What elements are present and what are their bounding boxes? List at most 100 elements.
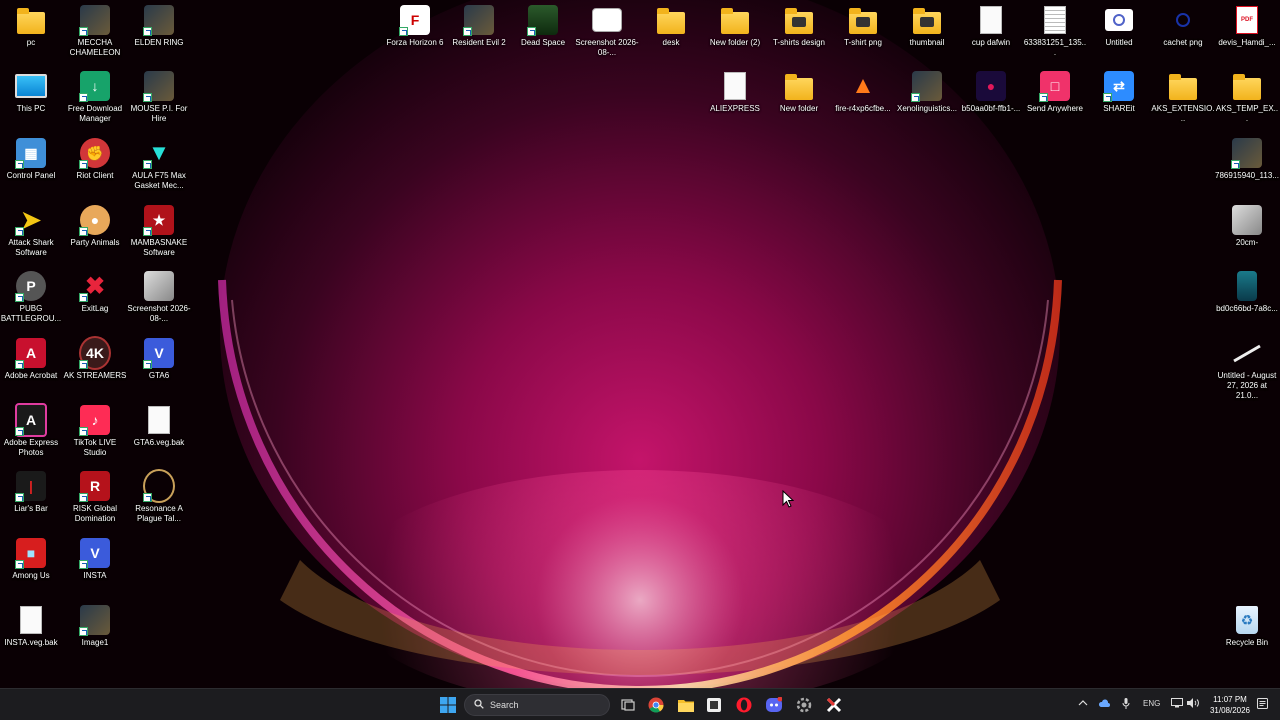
desktop-icon[interactable]: ↓ Free Download Manager <box>64 70 126 124</box>
shortcut-arrow-icon <box>15 427 24 436</box>
notification-icon[interactable] <box>1257 698 1268 711</box>
desktop-icon[interactable]: cachet png <box>1152 4 1214 48</box>
desktop-icon[interactable]: MOUSE P.I. For Hire <box>128 70 190 124</box>
desktop-icon[interactable]: Screenshot 2026-08-... <box>575 4 639 58</box>
desktop-icon[interactable]: bd0c66bd-7a8c... <box>1216 270 1278 314</box>
desktop-icon[interactable]: ▦ Control Panel <box>0 137 62 181</box>
desktop-icon[interactable]: T-shirt png <box>832 4 894 48</box>
chevron-up-icon[interactable] <box>1078 698 1088 710</box>
desktop-icon[interactable]: New folder <box>768 70 830 114</box>
desktop-icon[interactable]: Resonance A Plague Tal... <box>128 469 190 524</box>
desktop-icon[interactable]: pc <box>0 4 62 48</box>
shortcut-arrow-icon <box>15 160 24 169</box>
opera-icon[interactable] <box>734 695 754 715</box>
discord-icon[interactable] <box>764 695 784 715</box>
desktop-icon[interactable]: V GTA6 <box>128 337 190 381</box>
clock-time: 11:07 PM <box>1213 695 1247 704</box>
clock[interactable]: 11:07 PM 31/08/2026 <box>1206 694 1254 716</box>
search-placeholder: Search <box>490 700 519 710</box>
task-view-icon[interactable] <box>618 695 638 715</box>
desktop-icon[interactable]: thumbnail <box>896 4 958 48</box>
volume-icon[interactable] <box>1187 698 1199 710</box>
desktop-icon[interactable]: 4K AK STREAMERS <box>64 336 126 381</box>
desktop-icon[interactable]: V INSTA <box>64 537 126 581</box>
chrome-icon[interactable] <box>646 695 666 715</box>
desktop-icon[interactable]: A Adobe Express Photos <box>0 403 62 458</box>
settings-icon[interactable] <box>794 695 814 715</box>
desktop-icon[interactable]: ⇄ SHAREit <box>1088 70 1150 114</box>
shortcut-arrow-icon <box>143 27 152 36</box>
desktop-icon-label: GTA6 <box>148 371 170 380</box>
desktop-icon[interactable]: T-shirts design <box>768 4 830 48</box>
desktop-icon[interactable]: ALIEXPRESS <box>704 70 766 114</box>
desktop-icon[interactable]: R RISK Global Domination <box>64 470 126 524</box>
desktop-icon[interactable]: 20cm- <box>1216 204 1278 248</box>
desktop-icon[interactable]: 633831251_135... <box>1024 4 1086 58</box>
desktop-icon[interactable]: ■ Among Us <box>0 537 62 581</box>
desktop-icon[interactable]: F Forza Horizon 6 <box>384 4 446 48</box>
desktop-icon-label: cachet png <box>1163 38 1203 47</box>
taskbar-search[interactable]: Search <box>464 694 610 716</box>
desktop-icon[interactable]: Untitled - August 27, 2026 at 21.0... <box>1216 337 1278 401</box>
language-indicator[interactable]: ENG <box>1143 699 1160 708</box>
desktop-icon[interactable]: P PUBG BATTLEGROU... <box>0 270 62 324</box>
fdm-icon: ↓ <box>79 70 111 102</box>
risk-icon: R <box>79 470 111 502</box>
desktop-icon[interactable]: AKS_TEMP_EX... <box>1216 70 1278 124</box>
clock-date: 31/08/2026 <box>1209 706 1251 715</box>
desktop-icon-label: Screenshot 2026-08-... <box>127 304 191 323</box>
desktop-icon[interactable]: AKS_EXTENSIO... <box>1151 70 1215 124</box>
desktop-icon-label: Xenolinguistics... <box>896 104 958 113</box>
shortcut-arrow-icon <box>79 93 88 102</box>
desktop-icon[interactable]: ➤ Attack Shark Software <box>0 204 62 258</box>
desktop-icon[interactable]: cup dafwin <box>960 4 1022 48</box>
desktop-icon[interactable]: ▲ fire-r4xp6cfbe... <box>832 70 894 114</box>
desktop-icon-label: AULA F75 Max Gasket Mec... <box>132 171 186 190</box>
desktop-icon[interactable]: Dead Space <box>512 4 574 48</box>
thumb-icon <box>1231 204 1263 236</box>
desktop-icon[interactable]: ★ MAMBASNAKE Software <box>128 204 190 258</box>
desktop-icon[interactable]: ● Party Animals <box>64 204 126 248</box>
desktop-icon[interactable]: desk <box>640 4 702 48</box>
network-icon[interactable] <box>1171 698 1183 710</box>
app-icon[interactable] <box>704 695 724 715</box>
desktop-icon[interactable]: | Liar's Bar <box>0 470 62 514</box>
desktop-icon[interactable]: MECCHA CHAMELEON <box>64 4 126 58</box>
desktop-icon[interactable]: ▼ AULA F75 Max Gasket Mec... <box>128 137 190 191</box>
cloud-icon[interactable] <box>1098 698 1110 710</box>
desktop-icon[interactable]: ♪ TikTok LIVE Studio <box>64 404 126 458</box>
microphone-icon[interactable] <box>1122 698 1130 711</box>
app-x-icon[interactable] <box>824 695 844 715</box>
shortcut-arrow-icon <box>79 560 88 569</box>
folder-icon <box>1167 70 1199 102</box>
recycle-icon: ♻ <box>1231 604 1263 636</box>
desktop-icon[interactable]: ELDEN RING <box>128 4 190 48</box>
desktop-icon[interactable]: This PC <box>0 70 62 114</box>
desktop-icon[interactable]: Screenshot 2026-08-... <box>127 270 191 324</box>
file-explorer-icon[interactable] <box>676 695 696 715</box>
folder-icon <box>15 4 47 36</box>
desktop-icon[interactable]: GTA6.veg.bak <box>128 404 190 448</box>
desktop-icon[interactable]: New folder (2) <box>704 4 766 48</box>
desktop-icon[interactable]: INSTA.veg.bak <box>0 604 62 648</box>
desktop-icon[interactable]: ✊ Riot Client <box>64 137 126 181</box>
shortcut-arrow-icon <box>79 293 88 302</box>
desktop-icon[interactable]: ♻ Recycle Bin <box>1216 604 1278 648</box>
desktop-icon[interactable]: 786915940_113... <box>1215 137 1279 181</box>
desktop-icon[interactable]: ✖ ExitLag <box>64 270 126 314</box>
desktop-icon[interactable]: □ Send Anywhere <box>1024 70 1086 114</box>
desktop-icon-label: Liar's Bar <box>14 504 48 513</box>
desktop-icon[interactable]: Image1 <box>64 604 126 648</box>
desktop-icon[interactable]: Resident Evil 2 <box>448 4 510 48</box>
desktop-icon[interactable]: Xenolinguistics... <box>896 70 958 114</box>
desktop-icon[interactable]: A Adobe Acrobat <box>0 337 62 381</box>
desktop-icon-label: Among Us <box>12 571 50 580</box>
desktop-icon[interactable]: Untitled <box>1088 4 1150 48</box>
desktop-icon-label: Send Anywhere <box>1026 104 1084 113</box>
desktop-icon-label: INSTA <box>83 571 107 580</box>
desktop-icon-label: AKS_TEMP_EX... <box>1215 104 1279 123</box>
start-icon[interactable] <box>438 695 458 715</box>
desktop-icon-label: Adobe Express Photos <box>3 438 59 457</box>
desktop-icon[interactable]: ● b50aa0bf-ffb1-... <box>960 70 1022 114</box>
desktop-icon[interactable]: PDF devis_Hamdi_... <box>1216 4 1278 48</box>
